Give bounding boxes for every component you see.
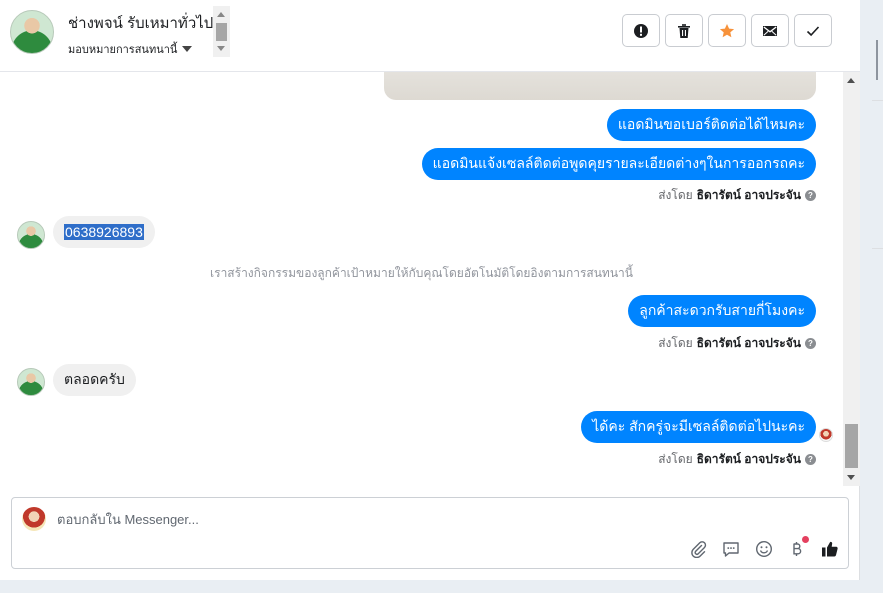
delete-button[interactable] [665, 14, 703, 47]
emoji-button[interactable] [754, 539, 774, 559]
system-note: เราสร้างกิจกรรมของลูกค้าเป้าหมายให้กับคุ… [210, 266, 633, 280]
divider [872, 248, 883, 249]
caret-down-icon [182, 46, 193, 52]
like-button[interactable] [820, 539, 840, 559]
contact-avatar-small [17, 221, 45, 249]
sent-by-label: ส่งโดย ธิดารัตน์ อาจประจัน ? [658, 334, 816, 353]
star-icon [719, 23, 735, 37]
sent-by-name: ธิดารัตน์ อาจประจัน [696, 188, 801, 202]
report-button[interactable] [622, 14, 660, 47]
message-list[interactable]: แอดมินขอเบอร์ติดต่อได้ไหมคะ แอดมินแจ้งเซ… [0, 72, 843, 486]
sent-by-prefix: ส่งโดย [658, 188, 693, 202]
help-icon[interactable]: ? [805, 190, 816, 201]
scroll-thumb[interactable] [845, 424, 858, 468]
image-attachment[interactable] [384, 72, 816, 100]
contact-avatar-small [17, 368, 45, 396]
scroll-up-arrow-icon[interactable] [217, 12, 225, 17]
composer-tools [688, 536, 840, 559]
scroll-thumb[interactable] [216, 23, 227, 41]
sent-by-label: ส่งโดย ธิดารัตน์ อาจประจัน ? [658, 186, 816, 205]
message-bubble-outgoing[interactable]: แอดมินขอเบอร์ติดต่อได้ไหมคะ [606, 109, 816, 141]
sent-by-label: ส่งโดย ธิดารัตน์ อาจประจัน ? [658, 450, 816, 469]
assign-label: มอบหมายการสนทนานี้ [68, 44, 178, 56]
message-bubble-outgoing[interactable]: แอดมินแจ้งเซลล์ติดต่อพูดคุยรายละเอียดต่า… [421, 148, 816, 180]
header-scrollbar[interactable] [213, 6, 230, 57]
attach-button[interactable] [688, 539, 708, 559]
adjacent-panel-edge [876, 40, 883, 80]
conversation-panel: ช่างพจน์ รับเหมาทั่วไป มอบหมายการสนทนานี… [0, 0, 860, 580]
trash-icon [678, 23, 690, 38]
sent-by-prefix: ส่งโดย [658, 336, 693, 350]
contact-avatar[interactable] [10, 10, 54, 54]
exclamation-circle-icon [634, 23, 648, 38]
message-bubble-outgoing[interactable]: ได้คะ สักครู่จะมีเซลล์ติดต่อไปนะคะ [581, 411, 816, 443]
help-icon[interactable]: ? [805, 454, 816, 465]
contact-name[interactable]: ช่างพจน์ รับเหมาทั่วไป [68, 11, 213, 35]
mark-done-button[interactable] [794, 14, 832, 47]
saved-reply-button[interactable] [721, 539, 741, 559]
sent-by-name: ธิดารัตน์ อาจประจัน [696, 452, 801, 466]
message-bubble-outgoing[interactable]: ลูกค้าสะดวกรับสายกี่โมงคะ [628, 295, 816, 327]
sent-by-prefix: ส่งโดย [658, 452, 693, 466]
paperclip-icon [691, 541, 707, 558]
checkmark-icon [806, 25, 820, 36]
sent-by-name: ธิดารัตน์ อาจประจัน [696, 336, 801, 350]
notification-dot [802, 536, 809, 543]
message-list-scrollbar[interactable] [843, 72, 860, 486]
payment-button[interactable] [787, 536, 809, 559]
star-button[interactable] [708, 14, 746, 47]
phone-number-text[interactable]: 0638926893 [64, 224, 144, 240]
thumbs-up-icon [822, 541, 838, 557]
conversation-header: ช่างพจน์ รับเหมาทั่วไป มอบหมายการสนทนานี… [0, 0, 860, 72]
envelope-icon [763, 25, 777, 36]
assign-conversation-dropdown[interactable]: มอบหมายการสนทนานี้ [68, 40, 193, 58]
reply-input[interactable] [57, 509, 657, 529]
header-actions [622, 14, 832, 47]
saved-reply-icon [723, 542, 739, 557]
mark-unread-button[interactable] [751, 14, 789, 47]
seen-receipt-avatar [819, 428, 833, 442]
page-avatar [22, 507, 46, 531]
emoji-icon [755, 540, 773, 558]
reply-composer [11, 497, 849, 569]
help-icon[interactable]: ? [805, 338, 816, 349]
scroll-up-arrow-icon[interactable] [847, 78, 855, 83]
scroll-down-arrow-icon[interactable] [847, 475, 855, 480]
scroll-down-arrow-icon[interactable] [217, 46, 225, 51]
divider [872, 100, 883, 101]
message-bubble-incoming[interactable]: ตลอดครับ [53, 364, 136, 396]
message-bubble-incoming[interactable]: 0638926893 [53, 216, 155, 248]
